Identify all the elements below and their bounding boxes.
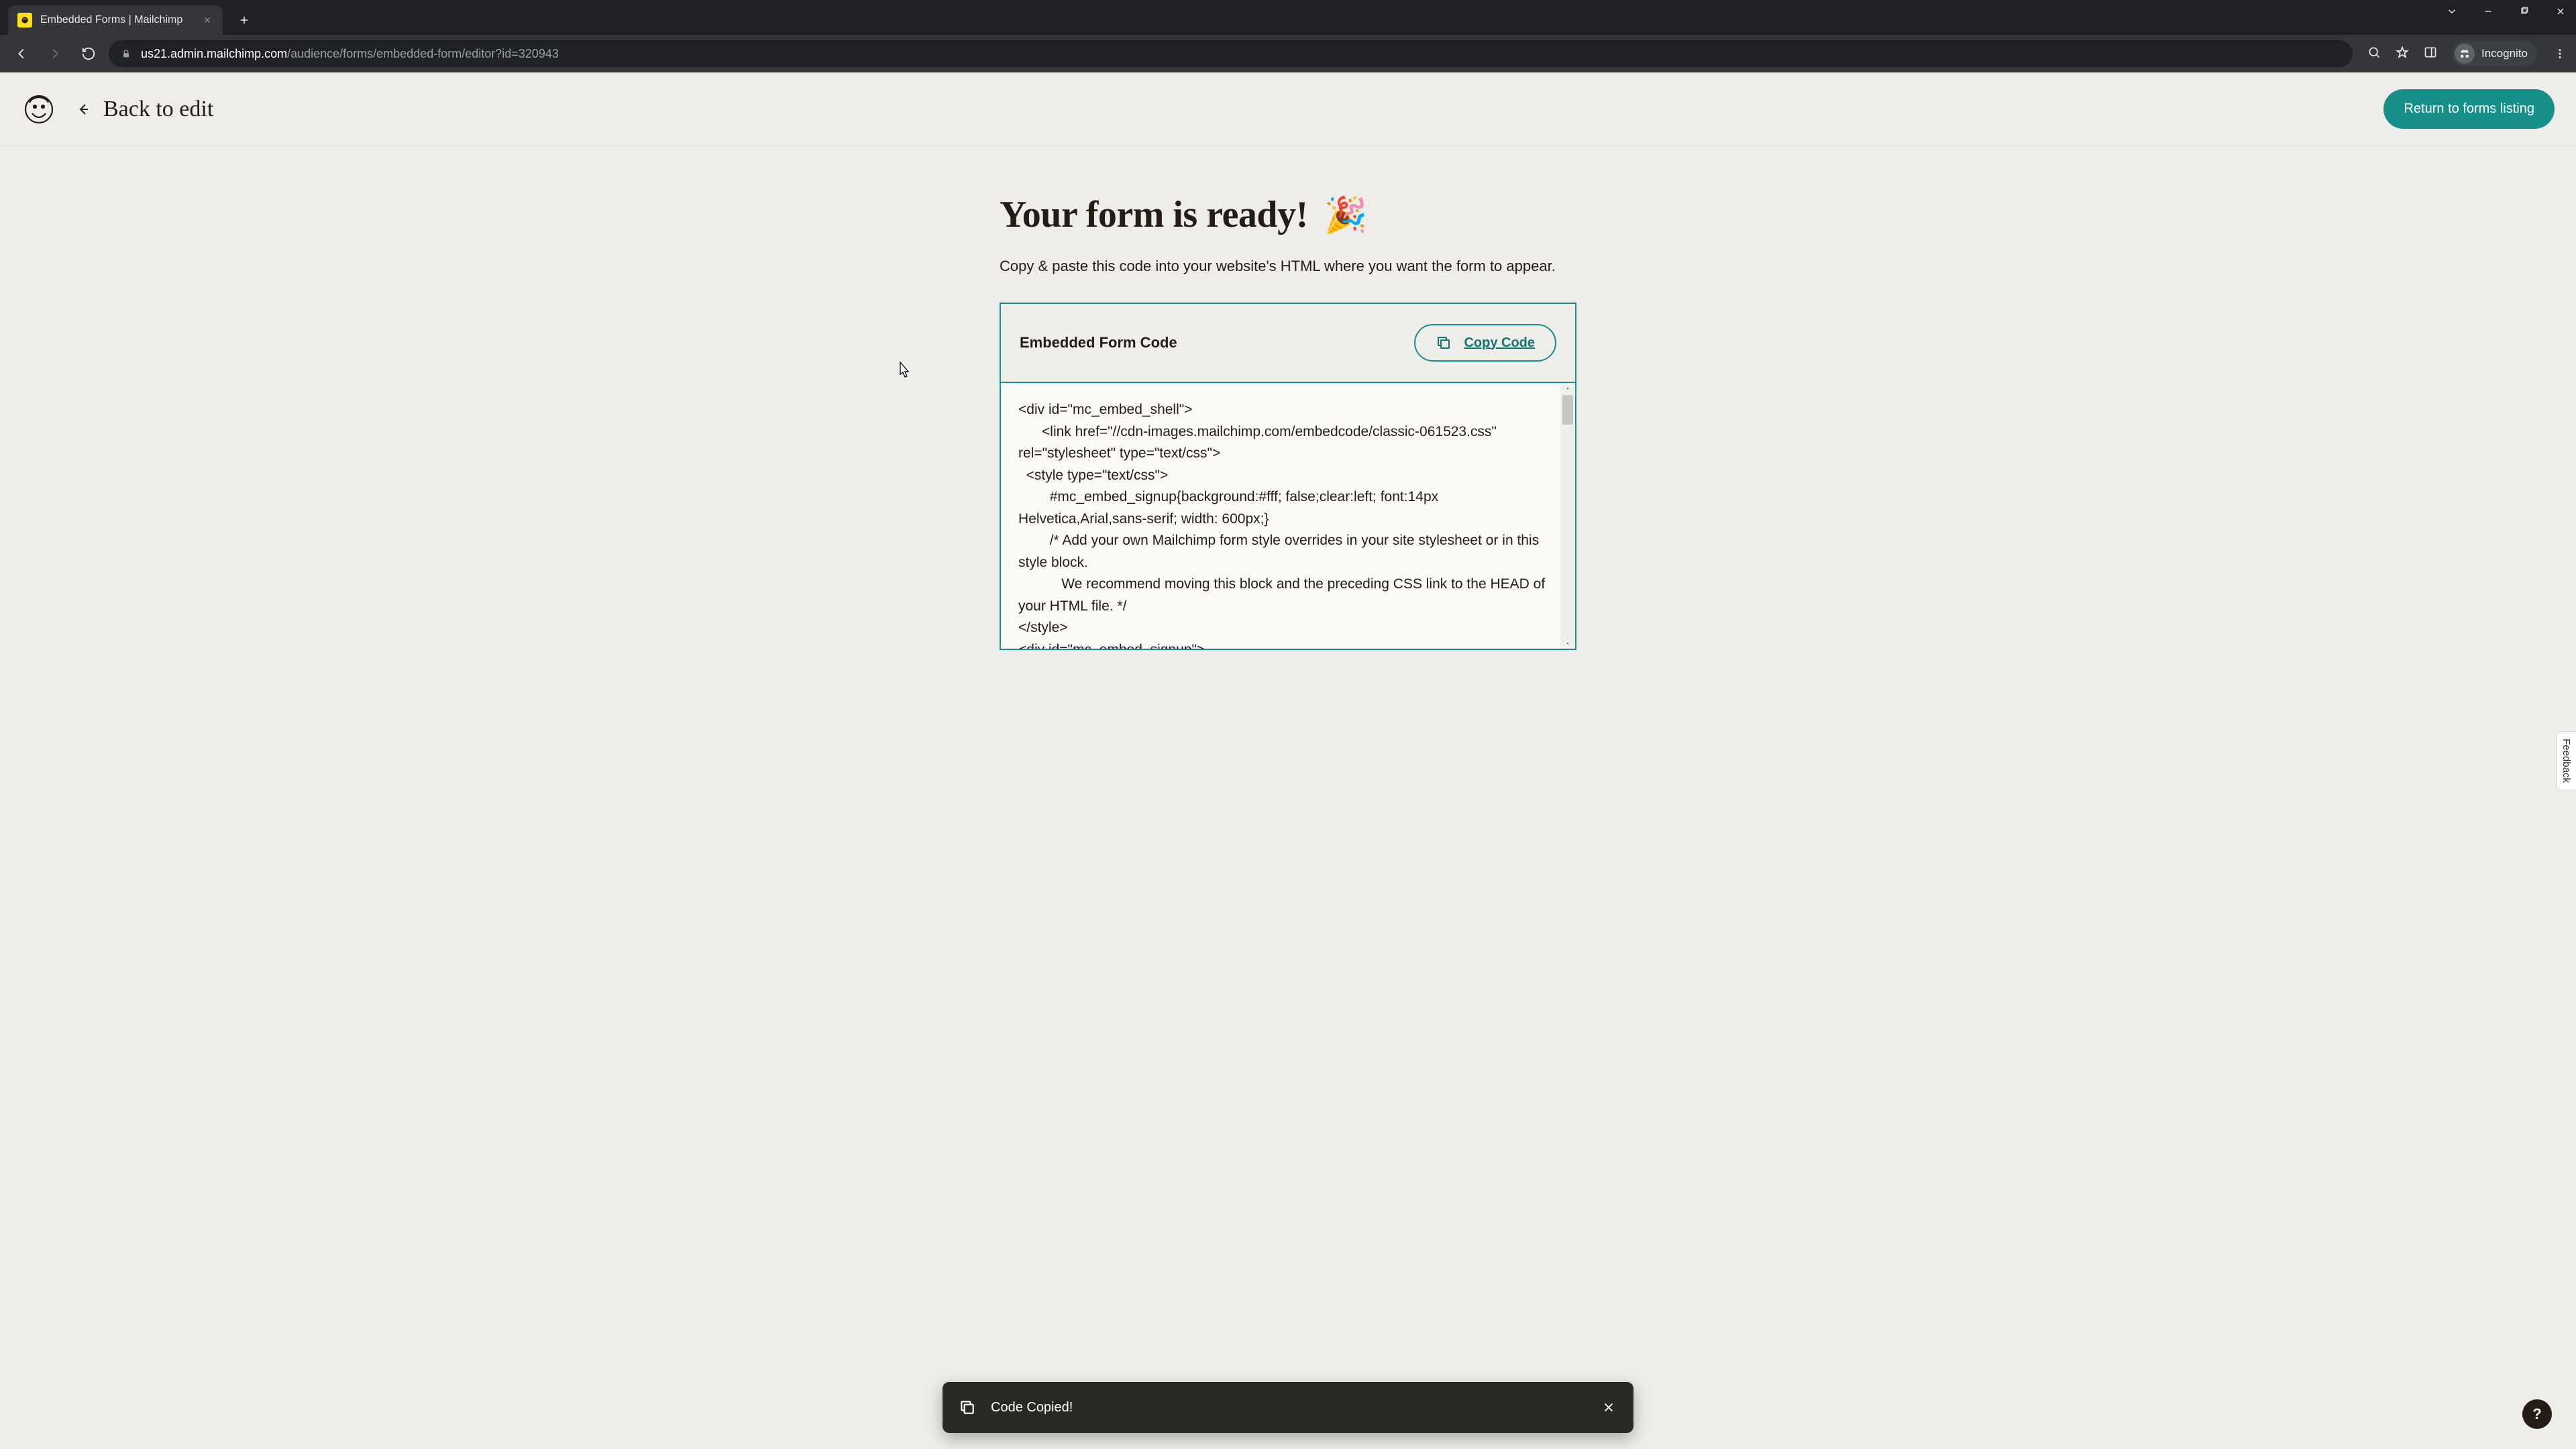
- scroll-up-icon[interactable]: [1560, 383, 1575, 394]
- app-header: Back to edit Return to forms listing: [0, 72, 2576, 146]
- search-icon[interactable]: [2367, 46, 2381, 62]
- close-window-icon[interactable]: [2555, 5, 2567, 17]
- mailchimp-logo[interactable]: [21, 92, 56, 127]
- close-tab-icon[interactable]: [201, 14, 213, 26]
- copy-code-button[interactable]: Copy Code: [1414, 324, 1556, 362]
- new-tab-button[interactable]: [232, 8, 256, 32]
- scroll-down-icon[interactable]: [1560, 638, 1575, 649]
- lock-icon: [121, 48, 131, 59]
- code-card-title: Embedded Form Code: [1020, 334, 1177, 352]
- forward-icon[interactable]: [42, 40, 68, 67]
- maximize-icon[interactable]: [2518, 5, 2530, 17]
- page-subhead: Copy & paste this code into your website…: [1000, 255, 1576, 277]
- copy-icon: [959, 1399, 976, 1416]
- url-text: us21.admin.mailchimp.com/audience/forms/…: [141, 47, 559, 61]
- toast-code-copied: Code Copied!: [943, 1382, 1633, 1433]
- page-title: Your form is ready!: [1000, 193, 1308, 236]
- bookmark-icon[interactable]: [2396, 46, 2409, 62]
- reload-icon[interactable]: [75, 40, 102, 67]
- toast-message: Code Copied!: [991, 1400, 1585, 1415]
- toolbar-right: Incognito: [2359, 41, 2568, 66]
- page: Back to edit Return to forms listing You…: [0, 72, 2576, 1449]
- code-card-header: Embedded Form Code Copy Code: [1001, 304, 1575, 383]
- copy-code-label: Copy Code: [1464, 335, 1535, 351]
- incognito-chip[interactable]: Incognito: [2452, 41, 2537, 66]
- incognito-icon: [2455, 44, 2475, 64]
- browser-tab-active[interactable]: Embedded Forms | Mailchimp: [8, 5, 223, 35]
- code-body[interactable]: <div id="mc_embed_shell"> <link href="//…: [1001, 383, 1575, 649]
- arrow-left-icon: [75, 101, 91, 117]
- help-fab[interactable]: ?: [2522, 1399, 2552, 1429]
- side-panel-icon[interactable]: [2424, 46, 2437, 62]
- browser-chrome: Embedded Forms | Mailchimp us21.admin.ma…: [0, 0, 2576, 72]
- mailchimp-favicon: [17, 13, 32, 28]
- back-to-edit-link[interactable]: Back to edit: [75, 97, 213, 122]
- main-content: Your form is ready! 🎉 Copy & paste this …: [1000, 146, 1576, 757]
- tab-strip: Embedded Forms | Mailchimp: [0, 0, 2576, 35]
- back-to-edit-label: Back to edit: [103, 97, 213, 122]
- window-controls: [2446, 5, 2567, 17]
- address-bar[interactable]: us21.admin.mailchimp.com/audience/forms/…: [109, 40, 2353, 67]
- tab-title: Embedded Forms | Mailchimp: [40, 14, 193, 26]
- toast-close-icon[interactable]: [1600, 1399, 1617, 1416]
- back-icon[interactable]: [8, 40, 35, 67]
- scrollbar-thumb[interactable]: [1562, 395, 1573, 425]
- copy-icon: [1436, 335, 1452, 351]
- tab-search-icon[interactable]: [2446, 5, 2458, 17]
- minimize-icon[interactable]: [2482, 5, 2494, 17]
- embedded-code-card: Embedded Form Code Copy Code <div id="mc…: [1000, 303, 1576, 650]
- browser-toolbar: us21.admin.mailchimp.com/audience/forms/…: [0, 35, 2576, 72]
- return-to-forms-button[interactable]: Return to forms listing: [2383, 89, 2555, 129]
- vertical-scrollbar[interactable]: [1560, 383, 1575, 649]
- kebab-menu-icon[interactable]: [2552, 46, 2568, 62]
- feedback-tab[interactable]: Feedback: [2556, 731, 2576, 790]
- incognito-label: Incognito: [2481, 47, 2528, 60]
- scrollbar-track[interactable]: [1560, 394, 1575, 638]
- confetti-icon: 🎉: [1324, 195, 1368, 235]
